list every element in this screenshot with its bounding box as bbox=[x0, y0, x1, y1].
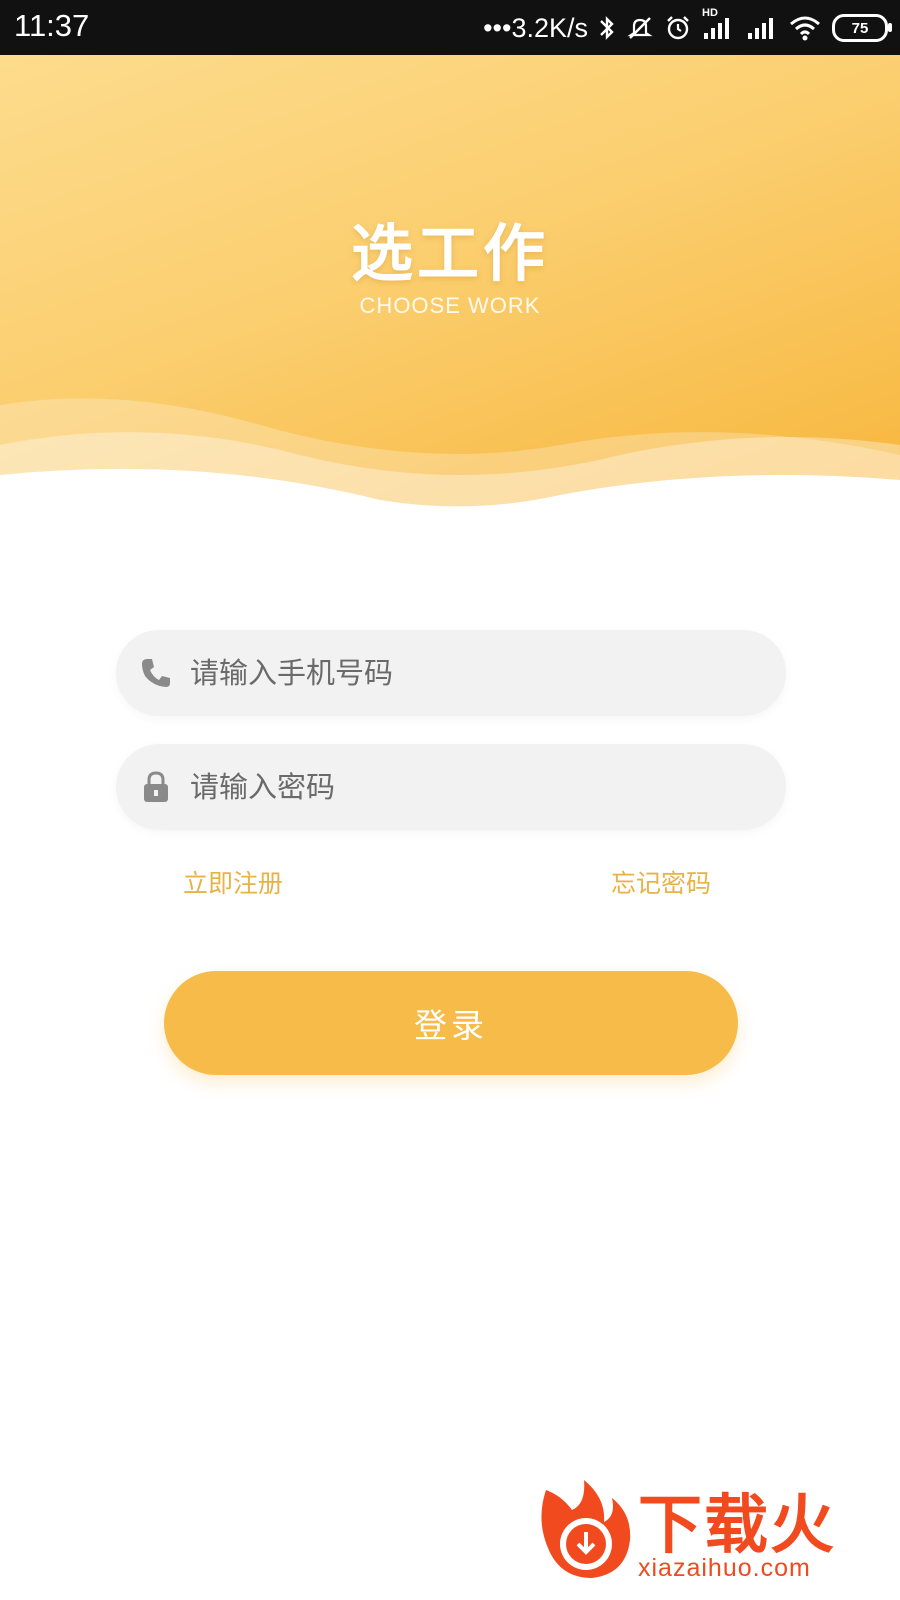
status-icons: •••3.2K/s HD 75 bbox=[483, 7, 892, 48]
app-title: 选工作 bbox=[350, 217, 549, 290]
phone-field[interactable] bbox=[116, 630, 786, 716]
mute-icon bbox=[626, 14, 654, 42]
hd-badge: HD bbox=[702, 7, 718, 19]
phone-icon bbox=[138, 655, 174, 691]
watermark-logo: 下载火 xiazaihuo.com bbox=[526, 1470, 886, 1588]
header-wave bbox=[0, 398, 900, 525]
status-bar: 11:37 •••3.2K/s HD 75 bbox=[0, 0, 900, 55]
bluetooth-icon bbox=[598, 14, 616, 42]
watermark-brand: 下载火 bbox=[638, 1489, 836, 1563]
watermark-url: xiazaihuo.com bbox=[638, 1554, 811, 1582]
lock-icon bbox=[138, 769, 174, 805]
signal-icon bbox=[746, 15, 778, 41]
battery-icon: 75 bbox=[832, 14, 892, 42]
network-speed: •••3.2K/s bbox=[483, 12, 588, 43]
wifi-icon bbox=[788, 14, 822, 42]
app-subtitle: CHOOSE WORK bbox=[359, 293, 541, 318]
status-time: 11:37 bbox=[14, 8, 90, 43]
alarm-icon bbox=[664, 14, 692, 42]
header-banner: 选工作 CHOOSE WORK bbox=[0, 55, 900, 525]
flame-logo-icon bbox=[541, 1480, 631, 1578]
hd-signal-icon: HD bbox=[702, 7, 736, 41]
register-link[interactable]: 立即注册 bbox=[183, 864, 283, 900]
password-input[interactable] bbox=[188, 769, 752, 805]
phone-input[interactable] bbox=[188, 655, 752, 691]
password-field[interactable] bbox=[116, 744, 786, 830]
forgot-password-link[interactable]: 忘记密码 bbox=[611, 864, 711, 900]
login-button[interactable]: 登录 bbox=[164, 971, 738, 1075]
